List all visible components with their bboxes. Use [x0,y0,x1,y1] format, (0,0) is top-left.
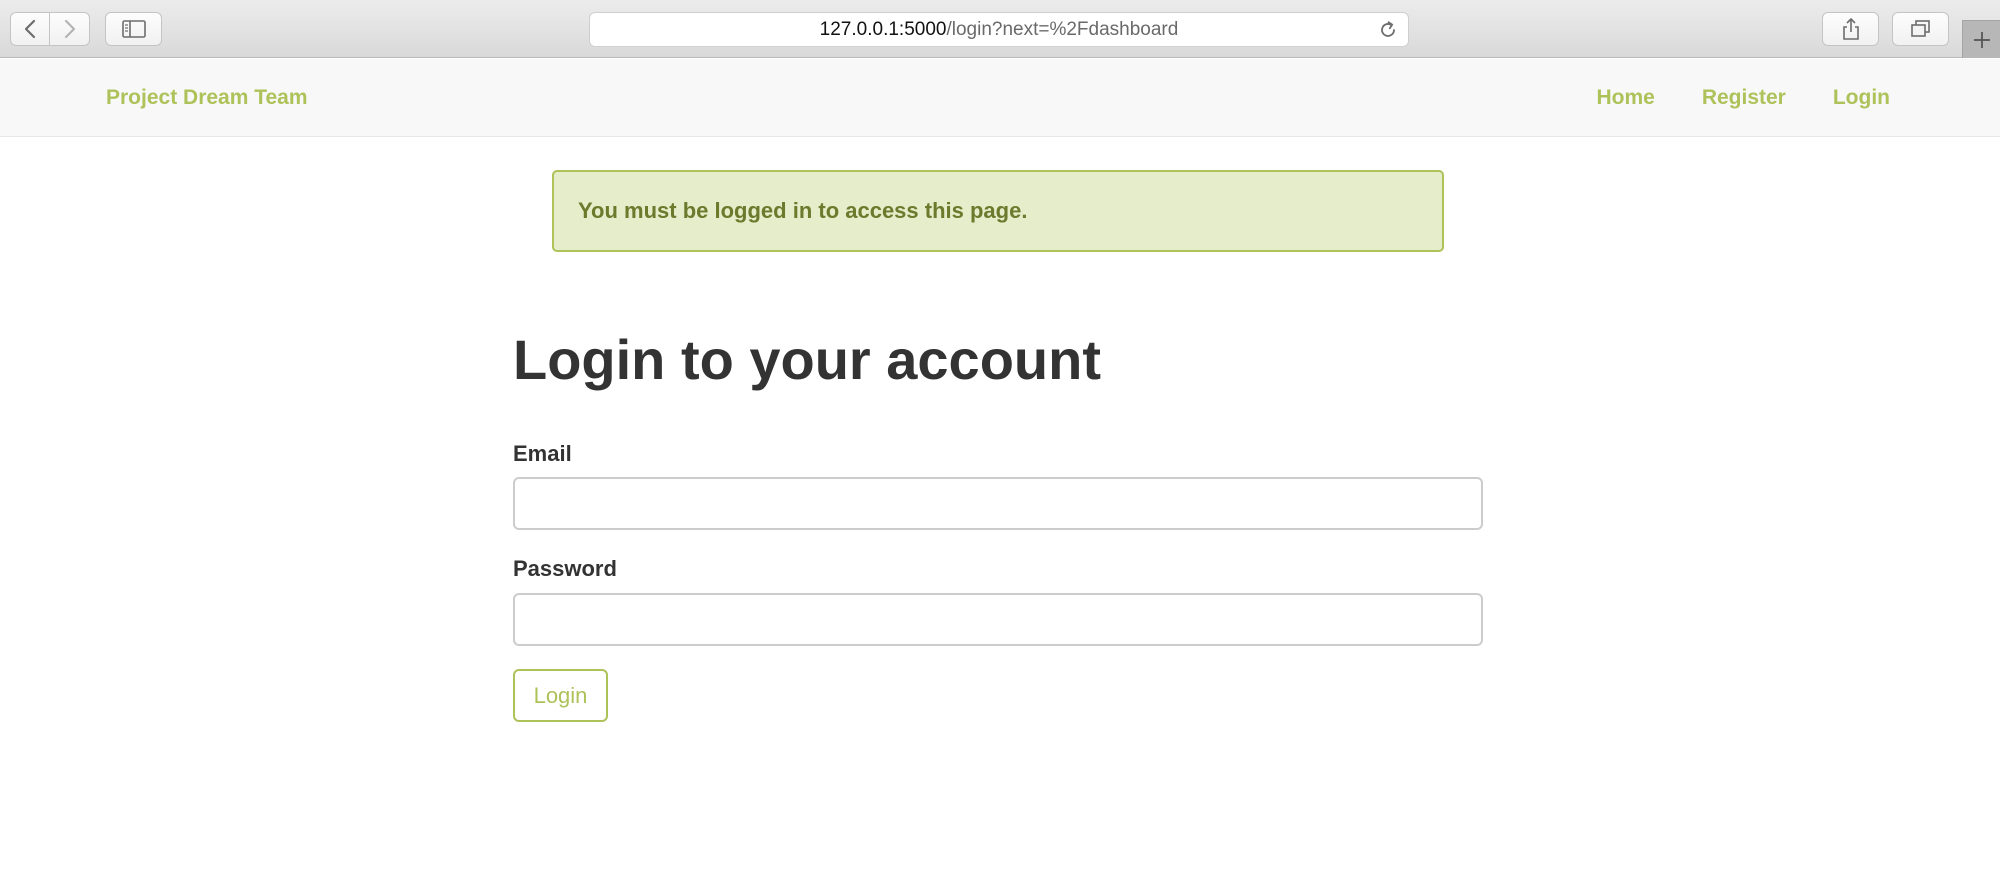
url-path: /login?next=%2Fdashboard [946,18,1179,40]
browser-toolbar: 127.0.0.1:5000/login?next=%2Fdashboard [0,0,2000,58]
url-host: 127.0.0.1:5000 [819,18,947,40]
sidebar-icon [121,20,146,38]
chevron-right-icon [64,19,75,39]
sidebar-toggle-button[interactable] [105,12,162,46]
email-field[interactable] [513,477,1483,530]
tabs-overview-icon [1910,20,1930,37]
address-bar[interactable]: 127.0.0.1:5000/login?next=%2Fdashboard [589,12,1409,47]
nav-link-register[interactable]: Register [1702,86,1786,110]
login-button[interactable]: Login [513,669,608,722]
share-button[interactable] [1822,12,1879,46]
login-required-alert: You must be logged in to access this pag… [552,170,1444,252]
reload-icon[interactable] [1378,20,1398,40]
chevron-left-icon [24,19,36,39]
share-icon [1842,18,1859,40]
site-navbar: Project Dream Team Home Register Login [0,59,2000,137]
password-label: Password [513,556,617,581]
back-button[interactable] [10,12,50,46]
tabs-overview-button[interactable] [1892,12,1949,46]
nav-link-login[interactable]: Login [1833,86,1890,110]
alert-message: You must be logged in to access this pag… [578,198,1028,223]
email-label: Email [513,441,572,466]
login-form: Login to your account Email Password Log… [513,320,1483,722]
page-title: Login to your account [513,328,1101,391]
password-field[interactable] [513,593,1483,646]
nav-link-home[interactable]: Home [1596,86,1654,110]
nav-links: Home Register Login [1549,59,1890,137]
forward-button[interactable] [50,12,90,46]
new-tab-button[interactable] [1962,20,2000,58]
brand-link[interactable]: Project Dream Team [106,59,308,137]
plus-icon [1973,31,1990,48]
